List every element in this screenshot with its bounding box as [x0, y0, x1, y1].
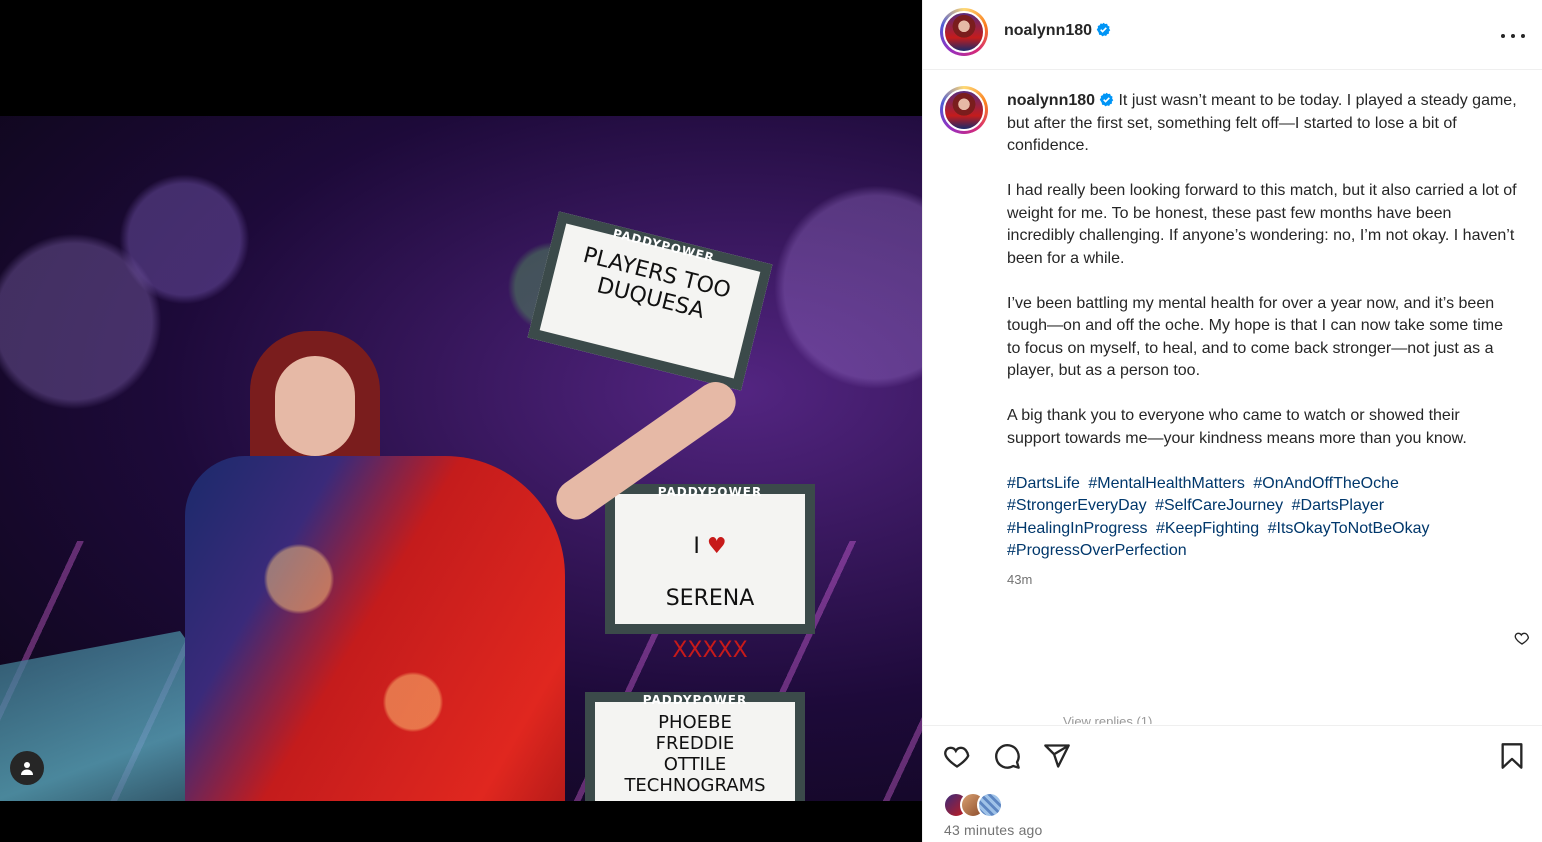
like-button[interactable]: [943, 742, 975, 774]
dot: [1521, 34, 1525, 38]
share-icon: [1044, 744, 1070, 768]
view-replies-link[interactable]: View replies (1): [1063, 714, 1152, 724]
user-tag-glyph: [21, 762, 33, 775]
sign-line-2: SERENA: [665, 586, 755, 611]
sign-message: I ♥ SERENA XXXXX: [615, 494, 805, 664]
caption-text-2: I had really been looking forward to thi…: [1007, 182, 1517, 267]
heart-drawing-icon: ♥: [706, 534, 727, 559]
sign-line-3: XXXXX: [672, 638, 748, 663]
author-avatar-image: [943, 11, 985, 53]
hashtag-link[interactable]: #MentalHealthMatters: [1088, 475, 1245, 492]
sign-line-1: I: [693, 534, 700, 559]
sign-message: PHOEBE FREDDIE OTTILE TECHNOGRAMS: [624, 712, 766, 796]
liked-by-avatars[interactable]: [943, 792, 1023, 820]
hashtag-list: #DartsLife #MentalHealthMatters #OnAndOf…: [1007, 473, 1517, 563]
crowd-sign-serena: PADDYPOWER I ♥ SERENA XXXXX: [605, 484, 815, 663]
caption-username[interactable]: noalynn180: [1007, 92, 1114, 109]
caption-timestamp[interactable]: 43m: [1007, 572, 1032, 587]
verified-badge-icon: [1096, 22, 1111, 37]
post-header: noalynn180: [923, 0, 1542, 70]
sign-brand: PADDYPOWER: [642, 693, 748, 707]
caption-like-heart-icon[interactable]: [1514, 630, 1530, 646]
hashtag-link[interactable]: #ProgressOverPerfection: [1007, 542, 1187, 559]
dot: [1511, 34, 1515, 38]
hashtag-link[interactable]: #DartsPlayer: [1292, 497, 1384, 514]
comment-button[interactable]: [993, 742, 1025, 774]
player-face: [275, 356, 355, 456]
comment-icon: [995, 744, 1020, 769]
crowd-sign-phoebe: PADDYPOWER PHOEBE FREDDIE OTTILE TECHNOG…: [585, 692, 805, 801]
author-username-text[interactable]: noalynn180: [1004, 22, 1092, 39]
caption-username-text[interactable]: noalynn180: [1007, 92, 1095, 109]
caption-paragraph: noalynn180 It just wasn’t meant to be to…: [1007, 90, 1517, 158]
heart-icon: [944, 746, 970, 768]
bookmark-icon: [1501, 743, 1523, 769]
darts-player: [165, 331, 744, 801]
hashtag-link[interactable]: #OnAndOffTheOche: [1253, 475, 1399, 492]
caption-author-avatar[interactable]: [940, 86, 988, 134]
author-username[interactable]: noalynn180: [1004, 22, 1111, 40]
caption-text-4: A big thank you to everyone who came to …: [1007, 407, 1467, 447]
share-button[interactable]: [1043, 742, 1075, 774]
sign-brand: PADDYPOWER: [657, 485, 763, 499]
author-avatar[interactable]: [940, 8, 988, 56]
post-media[interactable]: PADDYPOWER PLAYERS TOO DUQUESA PADDYPOWE…: [0, 0, 922, 842]
hashtag-link[interactable]: #KeepFighting: [1156, 520, 1259, 537]
dot: [1501, 34, 1505, 38]
post-photo: PADDYPOWER PLAYERS TOO DUQUESA PADDYPOWE…: [0, 116, 922, 801]
post-timestamp[interactable]: 43 minutes ago: [944, 822, 1043, 838]
post-sidebar: noalynn180 noalynn180 It just wasn’t mea…: [922, 0, 1542, 842]
hashtag-link[interactable]: #StrongerEveryDay: [1007, 497, 1147, 514]
post-caption: noalynn180 It just wasn’t meant to be to…: [1007, 90, 1517, 563]
liker-avatar: [977, 792, 1003, 818]
hashtag-link[interactable]: #SelfCareJourney: [1155, 497, 1283, 514]
verified-badge-icon: [1099, 92, 1114, 107]
caption-text-3: I’ve been battling my mental health for …: [1007, 294, 1503, 380]
hashtag-link[interactable]: #HealingInProgress: [1007, 520, 1148, 537]
save-button[interactable]: [1498, 742, 1530, 774]
hashtag-link[interactable]: #DartsLife: [1007, 475, 1080, 492]
hashtag-link[interactable]: #ItsOkayToNotBeOkay: [1268, 520, 1430, 537]
player-jersey: [185, 456, 565, 801]
user-tag-icon[interactable]: [10, 751, 44, 785]
more-options-icon[interactable]: [1501, 24, 1525, 48]
caption-author-avatar-image: [943, 89, 985, 131]
